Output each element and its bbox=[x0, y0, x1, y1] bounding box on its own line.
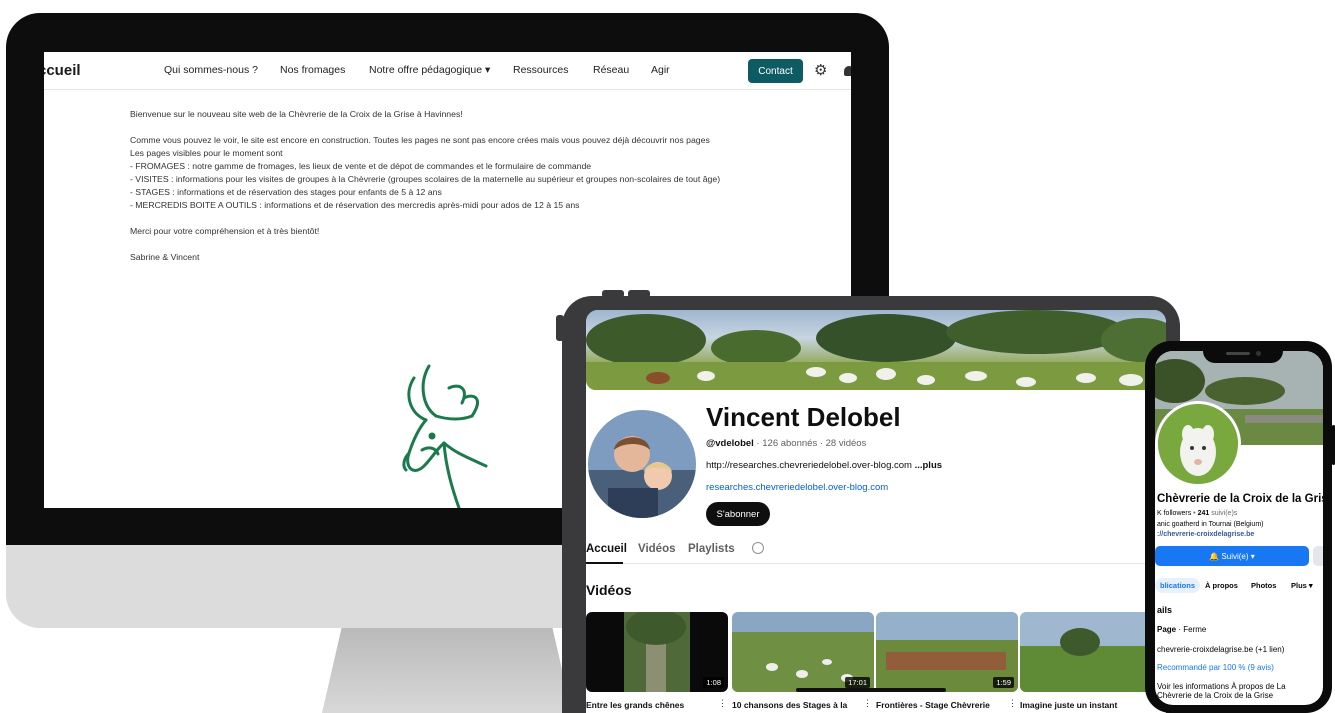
video-thumbnail[interactable]: 1:08 bbox=[586, 612, 728, 692]
tab-a-propos[interactable]: À propos bbox=[1205, 581, 1238, 590]
description-text: http://researches.chevreriedelobel.over-… bbox=[706, 460, 915, 471]
subscribe-button[interactable]: S'abonner bbox=[706, 502, 770, 526]
tab-playlists[interactable]: Playlists bbox=[688, 543, 735, 555]
welcome-line: Bienvenue sur le nouveau site web de la … bbox=[130, 109, 463, 119]
construction-line: Comme vous pouvez le voir, le site est e… bbox=[130, 135, 710, 145]
fromages-line: - FROMAGES : notre gamme de fromages, le… bbox=[130, 161, 592, 171]
tab-publications[interactable]: blications bbox=[1155, 578, 1201, 593]
stages-line: - STAGES : informations et de réservatio… bbox=[130, 187, 442, 197]
following-label: suivi(e)s bbox=[1209, 510, 1238, 517]
avatar-goat bbox=[1158, 404, 1238, 484]
video-thumbnail[interactable]: 1:59 bbox=[876, 612, 1018, 692]
channel-handle: @vdelobel bbox=[706, 438, 754, 449]
avatar-photo bbox=[588, 410, 696, 518]
more-vert-icon[interactable]: ⋮ bbox=[1008, 698, 1017, 709]
channel-link[interactable]: researches.chevreriedelobel.over-blog.co… bbox=[706, 482, 888, 493]
video-duration: 1:59 bbox=[993, 677, 1014, 688]
videos-section-title: Vidéos bbox=[586, 582, 632, 598]
channel-description[interactable]: http://researches.chevreriedelobel.over-… bbox=[706, 460, 942, 471]
contact-button[interactable]: Contact bbox=[748, 59, 803, 83]
nav-offre-pedagogique[interactable]: Notre offre pédagogique ▾ bbox=[369, 64, 490, 76]
page-website-link[interactable]: ://chevrerie-croixdelagrise.be bbox=[1157, 531, 1254, 538]
tab-videos[interactable]: Vidéos bbox=[638, 543, 676, 555]
following-count: 241 bbox=[1197, 510, 1210, 517]
banner-landscape bbox=[586, 310, 1166, 390]
page-avatar[interactable] bbox=[1155, 401, 1241, 487]
channel-meta: @vdelobel · 126 abonnés · 28 vidéos bbox=[706, 438, 866, 449]
video-duration: 17:01 bbox=[845, 677, 870, 688]
page-stats: K followers • 241 suivi(e)s bbox=[1157, 510, 1238, 517]
video-thumbnail[interactable]: 17:01 bbox=[732, 612, 874, 692]
video-title[interactable]: Imagine juste un instant bbox=[1020, 700, 1150, 710]
video-title[interactable]: Entre les grands chênes bbox=[586, 700, 716, 710]
channel-stats: · 126 abonnés · 28 vidéos bbox=[753, 438, 867, 449]
youtube-channel-page: Vincent Delobel @vdelobel · 126 abonnés … bbox=[586, 310, 1166, 713]
nav-agir[interactable]: Agir bbox=[651, 64, 670, 76]
video-duration: 1:08 bbox=[703, 677, 724, 688]
page-type-bold: Page bbox=[1157, 625, 1177, 634]
user-icon[interactable] bbox=[844, 66, 851, 76]
more-vert-icon[interactable]: ⋮ bbox=[863, 698, 872, 709]
about-info-link[interactable]: Voir les informations À propos de La Chè… bbox=[1157, 682, 1322, 700]
phone-speaker bbox=[1226, 352, 1250, 355]
channel-tabs: Accueil Vidéos Playlists bbox=[586, 536, 1166, 564]
tab-accueil[interactable]: Accueil bbox=[586, 543, 627, 555]
follow-button[interactable]: 🔔 Suivi(e) ▾ bbox=[1155, 546, 1309, 566]
nav-qui-sommes-nous[interactable]: Qui sommes-nous ? bbox=[164, 64, 258, 76]
page-bio: anic goatherd in Tournai (Belgium) bbox=[1157, 521, 1264, 528]
channel-avatar[interactable] bbox=[588, 410, 696, 518]
more-vert-icon[interactable]: ⋮ bbox=[718, 698, 727, 709]
followers-count[interactable]: K followers bbox=[1157, 510, 1191, 517]
facebook-page: Chèvrerie de la Croix de la Grise K foll… bbox=[1155, 351, 1323, 705]
nav-nos-fromages[interactable]: Nos fromages bbox=[280, 64, 345, 76]
visites-line: - VISITES : informations pour les visite… bbox=[130, 174, 721, 184]
video-title[interactable]: 10 chansons des Stages à la bbox=[732, 700, 862, 710]
more-link[interactable]: ...plus bbox=[915, 460, 942, 471]
site-logo[interactable]: ccueil bbox=[44, 62, 81, 79]
gear-icon[interactable]: ⚙ bbox=[814, 61, 827, 79]
nav-ressources[interactable]: Ressources bbox=[513, 64, 568, 76]
details-heading: ails bbox=[1157, 605, 1173, 615]
site-navigation: ccueil Qui sommes-nous ? Nos fromages No… bbox=[44, 52, 851, 90]
bell-icon: 🔔 bbox=[1209, 551, 1222, 561]
tab-photos[interactable]: Photos bbox=[1251, 581, 1276, 590]
home-indicator bbox=[796, 688, 946, 692]
mercredis-line: - MERCREDIS BOITE A OUTILS : information… bbox=[130, 200, 580, 210]
page-type: Page · Ferme bbox=[1157, 625, 1206, 634]
merci-line: Merci pour votre compréhension et à très… bbox=[130, 226, 320, 236]
goat-logo-icon bbox=[402, 364, 488, 508]
page-type-text: · Ferme bbox=[1176, 625, 1207, 634]
visible-pages-line: Les pages visibles pour le moment sont bbox=[130, 148, 283, 158]
nav-reseau[interactable]: Réseau bbox=[593, 64, 629, 76]
channel-banner bbox=[586, 310, 1166, 390]
follow-label: Suivi(e) ▾ bbox=[1221, 551, 1255, 561]
video-title[interactable]: Frontières - Stage Chèvrerie bbox=[876, 700, 1006, 710]
signature-line: Sabrine & Vincent bbox=[130, 252, 200, 262]
recommendation-row[interactable]: Recommandé par 100 % (9 avis) bbox=[1157, 663, 1274, 672]
imac-stand bbox=[322, 626, 572, 713]
phone-camera bbox=[1256, 351, 1261, 356]
channel-name: Vincent Delobel bbox=[706, 402, 901, 432]
search-icon[interactable] bbox=[752, 542, 764, 554]
tab-plus[interactable]: Plus ▾ bbox=[1291, 581, 1313, 590]
page-name: Chèvrerie de la Croix de la Grise bbox=[1157, 493, 1323, 505]
more-actions-button[interactable] bbox=[1313, 546, 1323, 566]
active-tab-indicator bbox=[586, 562, 623, 564]
welcome-text: Bienvenue sur le nouveau site web de la … bbox=[130, 108, 780, 264]
website-row[interactable]: chevrerie-croixdelagrise.be (+1 lien) bbox=[1157, 645, 1284, 654]
